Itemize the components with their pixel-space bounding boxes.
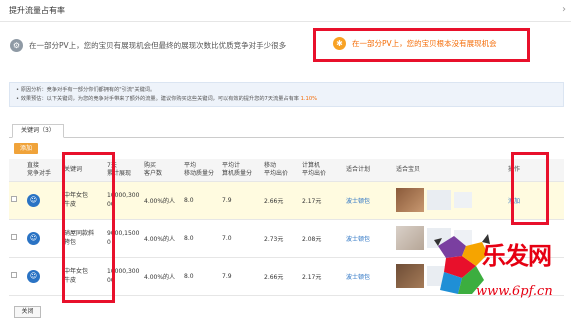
close-button[interactable]: 关闭: [14, 306, 41, 318]
pc-bid-cell: 2.17元: [300, 257, 344, 296]
competitor-icon[interactable]: ☺: [27, 269, 40, 283]
header-mobile-quality: 平均 移动质量分: [182, 159, 220, 182]
header-competitor: 直接 竞争对手: [25, 159, 62, 182]
effect-estimate: • 效果预估：以下关键词，为您的竞争对手带来了额外的流量。建议你购买这些关键词，…: [16, 95, 557, 104]
mobile-quality-cell: 8.0: [182, 181, 220, 220]
pc-quality-cell: 7.0: [220, 219, 262, 258]
bulb-icon: ✱: [333, 37, 346, 50]
row-checkbox[interactable]: [11, 272, 17, 278]
mobile-quality-cell: 8.0: [182, 257, 220, 296]
item-thumbnail[interactable]: [427, 190, 451, 210]
item-thumbnail[interactable]: [454, 192, 472, 208]
item-thumbnail[interactable]: [396, 188, 424, 212]
option-no-exposure-text: 在一部分PV上，您的宝贝根本没有展现机会: [352, 39, 497, 48]
tab-bar: 关键词（3）: [9, 124, 564, 138]
chevron-right-icon[interactable]: ›: [562, 4, 566, 15]
cause-analysis: • 原因分析：竞争对手有一部分你们都拥有的"引流"关键词。: [16, 87, 156, 93]
header-item: 适合宝贝: [394, 159, 506, 182]
highlight-box-action-column: [511, 152, 549, 225]
header-pc-quality: 平均计 算机质量分: [220, 159, 262, 182]
option-partial-exposure[interactable]: ⚙ 在一部分PV上，您的宝贝有展现机会但最终的展现次数比优质竞争对手少很多: [10, 37, 286, 53]
plan-link[interactable]: 波士顿包: [344, 257, 394, 296]
page-title: 提升流量占有率: [9, 6, 65, 15]
header-select: [9, 159, 25, 182]
effect-estimate-text: • 效果预估：以下关键词，为您的竞争对手带来了额外的流量。建议你购买这些关键词，…: [16, 96, 301, 102]
add-button[interactable]: 添加: [14, 143, 38, 154]
mobile-bid-cell: 2.73元: [262, 219, 300, 258]
analysis-info-box: • 原因分析：竞争对手有一部分你们都拥有的"引流"关键词。 • 效果预估：以下关…: [9, 82, 564, 107]
pc-bid-cell: 2.17元: [300, 181, 344, 220]
item-thumbnails[interactable]: [396, 188, 504, 212]
item-thumbnail[interactable]: [396, 226, 424, 250]
pc-bid-cell: 2.08元: [300, 219, 344, 258]
header-buyers: 购买 客户数: [142, 159, 182, 182]
buyers-cell: 4.00%的人: [142, 257, 182, 296]
header-pc-bid: 计算机 平均出价: [300, 159, 344, 182]
mobile-bid-cell: 2.66元: [262, 257, 300, 296]
tab-keywords[interactable]: 关键词（3）: [12, 124, 64, 138]
buyers-cell: 4.00%的人: [142, 219, 182, 258]
buyers-cell: 4.00%的人: [142, 181, 182, 220]
option-partial-exposure-text: 在一部分PV上，您的宝贝有展现机会但最终的展现次数比优质竞争对手少很多: [29, 40, 287, 50]
watermark-brand: 乐发网: [482, 241, 552, 270]
mobile-quality-cell: 8.0: [182, 219, 220, 258]
effect-estimate-percent: 1.10%: [300, 96, 318, 102]
plan-link[interactable]: 波士顿包: [344, 219, 394, 258]
header-plan: 适合计划: [344, 159, 394, 182]
competitor-icon[interactable]: ☺: [27, 231, 40, 245]
gear-icon: ⚙: [10, 38, 23, 52]
plan-link[interactable]: 波士顿包: [344, 181, 394, 220]
watermark-logo: 乐发网 www.6pf.cn: [432, 232, 570, 316]
row-checkbox[interactable]: [11, 196, 17, 202]
competitor-icon[interactable]: ☺: [27, 193, 40, 207]
row-checkbox[interactable]: [11, 234, 17, 240]
pc-quality-cell: 7.9: [220, 181, 262, 220]
highlight-box-keyword-column: [62, 152, 115, 303]
watermark-site: www.6pf.cn: [476, 284, 553, 299]
panel-header: 提升流量占有率 ›: [0, 0, 571, 22]
pc-quality-cell: 7.9: [220, 257, 262, 296]
mobile-bid-cell: 2.66元: [262, 181, 300, 220]
header-mobile-bid: 移动 平均出价: [262, 159, 300, 182]
option-no-exposure[interactable]: ✱ 在一部分PV上，您的宝贝根本没有展现机会: [333, 37, 497, 50]
item-thumbnail[interactable]: [396, 264, 424, 288]
